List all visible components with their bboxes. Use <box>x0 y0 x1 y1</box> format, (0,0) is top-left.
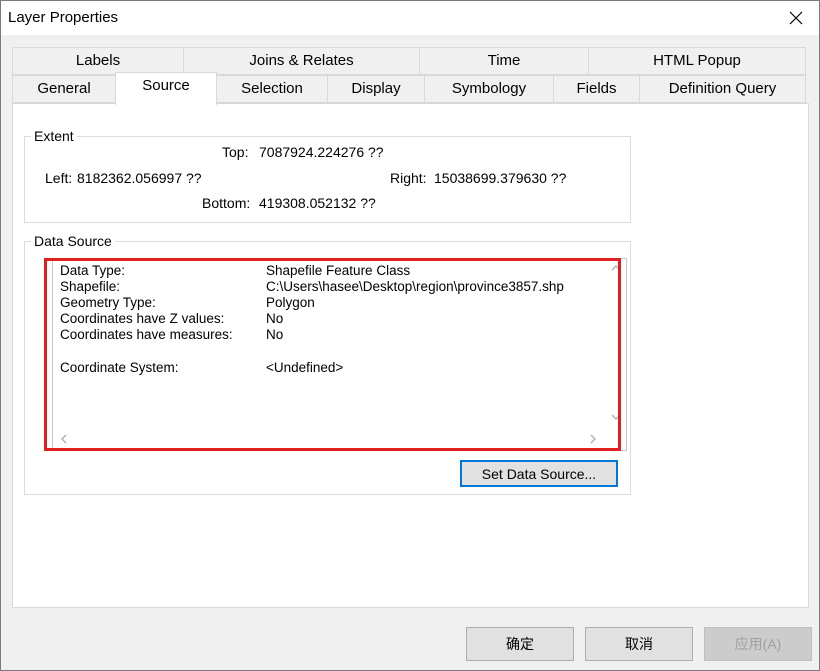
ok-label: 确定 <box>506 636 534 652</box>
tab-label: HTML Popup <box>653 52 741 69</box>
row-value: C:\Users\hasee\Desktop\region\province38… <box>266 279 564 294</box>
close-button[interactable] <box>773 1 819 35</box>
extent-right-value: 15038699.379630 ?? <box>434 170 567 186</box>
data-source-info-box[interactable]: Data Type: Shapefile Feature Class Shape… <box>52 258 627 451</box>
extent-left-value: 8182362.056997 ?? <box>77 170 202 186</box>
window-title: Layer Properties <box>8 9 119 26</box>
row-key: Data Type: <box>60 263 126 278</box>
tab-labels[interactable]: Labels <box>12 47 184 75</box>
extent-left-label: Left: <box>45 170 73 186</box>
tab-label: Display <box>351 80 401 97</box>
tab-label: Time <box>487 52 521 69</box>
extent-top-value: 7087924.224276 ?? <box>259 144 384 160</box>
extent-bottom-value: 419308.052132 ?? <box>259 195 376 211</box>
tab-label: Definition Query <box>668 80 777 97</box>
tab-symbology[interactable]: Symbology <box>424 75 554 103</box>
source-tab-panel: Extent Top: 7087924.224276 ?? Left: 8182… <box>12 103 809 608</box>
cancel-button[interactable]: 取消 <box>585 627 693 661</box>
row-key: Coordinates have measures: <box>60 327 233 342</box>
layer-properties-dialog: Layer Properties Labels Joins & Relates … <box>0 0 820 671</box>
cancel-label: 取消 <box>625 636 653 652</box>
extent-top-label: Top: <box>222 144 249 160</box>
tab-label: Source <box>142 77 190 94</box>
tab-selection[interactable]: Selection <box>216 75 328 103</box>
tab-general[interactable]: General <box>12 75 116 103</box>
row-key: Geometry Type: <box>60 295 156 310</box>
row-value: Polygon <box>266 295 315 310</box>
set-data-source-label: Set Data Source... <box>481 465 597 482</box>
scroll-right-arrow-icon[interactable] <box>588 431 598 447</box>
row-key: Coordinate System: <box>60 360 179 375</box>
scroll-left-arrow-icon[interactable] <box>59 431 69 447</box>
tab-label: Labels <box>75 52 121 69</box>
tab-html-popup[interactable]: HTML Popup <box>588 47 806 75</box>
tab-display[interactable]: Display <box>327 75 425 103</box>
tab-label: General <box>37 80 91 97</box>
row-value: No <box>266 327 284 342</box>
data-source-legend: Data Source <box>31 233 115 249</box>
ok-button[interactable]: 确定 <box>466 627 574 661</box>
tab-joins-relates[interactable]: Joins & Relates <box>183 47 420 75</box>
tab-fields[interactable]: Fields <box>553 75 640 103</box>
tab-time[interactable]: Time <box>419 47 589 75</box>
tab-label: Selection <box>241 80 303 97</box>
set-data-source-button[interactable]: Set Data Source... <box>460 460 618 487</box>
tab-definition-query[interactable]: Definition Query <box>639 75 806 103</box>
extent-bottom-label: Bottom: <box>202 195 251 211</box>
apply-button[interactable]: 应用(A) <box>704 627 812 661</box>
tab-label: Joins & Relates <box>249 52 354 69</box>
row-value: Shapefile Feature Class <box>266 263 411 278</box>
scroll-up-arrow-icon[interactable] <box>611 260 621 276</box>
row-key: Coordinates have Z values: <box>60 311 225 326</box>
scroll-down-arrow-icon[interactable] <box>611 409 621 425</box>
title-bar: Layer Properties <box>1 1 819 35</box>
tab-source[interactable]: Source <box>115 72 217 105</box>
extent-right-label: Right: <box>390 170 427 186</box>
extent-legend: Extent <box>31 128 77 144</box>
apply-label: 应用(A) <box>734 636 782 652</box>
extent-group: Extent Top: 7087924.224276 ?? Left: 8182… <box>24 128 631 223</box>
tab-label: Fields <box>576 80 617 97</box>
row-key: Shapefile: <box>60 279 121 294</box>
row-value: <Undefined> <box>266 360 344 375</box>
tab-label: Symbology <box>451 80 527 97</box>
row-value: No <box>266 311 284 326</box>
close-icon <box>789 11 803 25</box>
